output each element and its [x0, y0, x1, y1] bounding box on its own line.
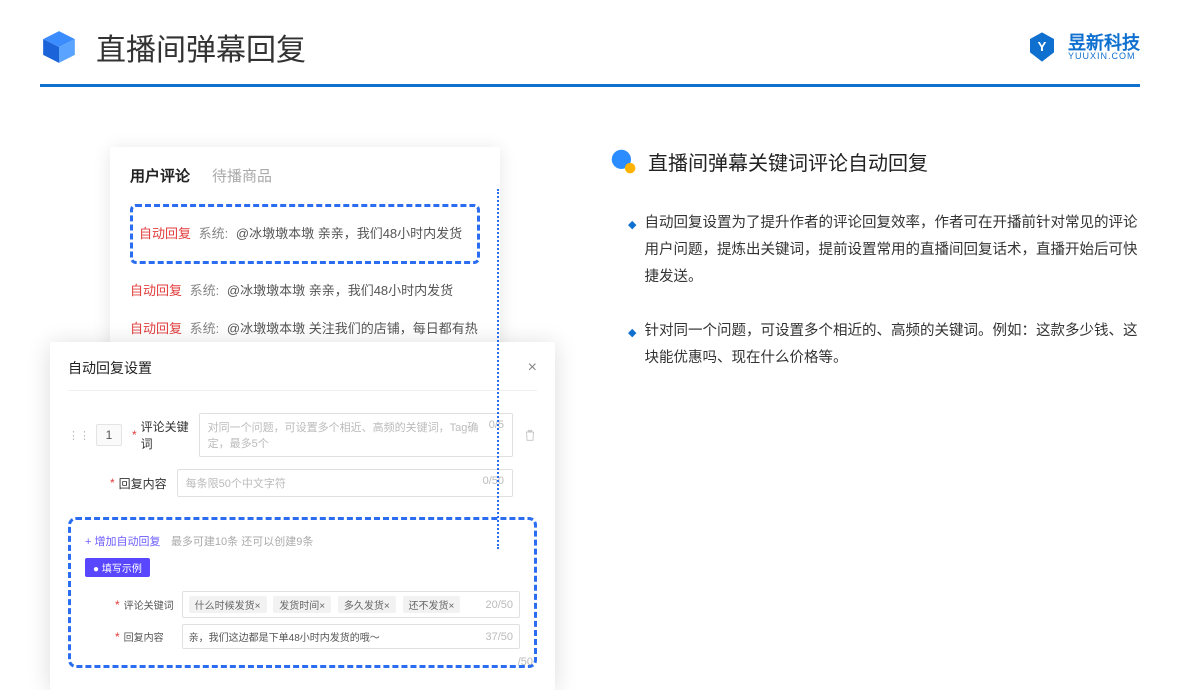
required-marker: *	[132, 428, 137, 442]
tab-user-comments[interactable]: 用户评论	[130, 165, 190, 186]
keyword-row: ⋮⋮ 1 * 评论关键词 对同一个问题，可设置多个相近、高频的关键词，Tag确定…	[68, 413, 537, 457]
system-tag: 系统:	[190, 283, 220, 298]
required-marker: *	[110, 476, 115, 490]
keyword-tag[interactable]: 还不发货×	[403, 596, 461, 613]
brand-logo-icon: Y	[1026, 31, 1058, 63]
system-tag: 系统:	[190, 321, 220, 336]
section-heading: 直播间弹幕关键词评论自动回复	[610, 147, 1140, 176]
row-number: 1	[96, 424, 122, 446]
required-marker: *	[115, 598, 120, 612]
example-section: + 增加自动回复 最多可建10条 还可以创建9条 ● 填写示例 * 评论关键词 …	[68, 517, 537, 668]
svg-text:Y: Y	[1038, 39, 1047, 54]
left-column: 用户评论 待播商品 自动回复 系统: @冰墩墩本墩 亲亲，我们48小时内发货 自…	[50, 147, 540, 400]
keyword-label: 评论关键词	[141, 418, 199, 452]
bullet-text: 自动回复设置为了提升作者的评论回复效率，作者可在开播前针对常见的评论用户问题，提…	[644, 210, 1140, 290]
content-counter: 0/50	[483, 475, 504, 491]
highlighted-comment: 自动回复 系统: @冰墩墩本墩 亲亲，我们48小时内发货	[130, 204, 480, 264]
trash-icon[interactable]	[523, 428, 537, 442]
bullet-item: 针对同一个问题，可设置多个相近的、高频的关键词。例如：这款多少钱、这块能优惠吗、…	[628, 318, 1140, 372]
auto-reply-settings-modal: 自动回复设置 × ⋮⋮ 1 * 评论关键词 对同一个问题，可设置多个相近、高频的…	[50, 342, 555, 690]
comment-text: @冰墩墩本墩 亲亲，我们48小时内发货	[236, 226, 462, 241]
bullet-item: 自动回复设置为了提升作者的评论回复效率，作者可在开播前针对常见的评论用户问题，提…	[628, 210, 1140, 290]
bullet-text: 针对同一个问题，可设置多个相近的、高频的关键词。例如：这款多少钱、这块能优惠吗、…	[644, 318, 1140, 372]
example-tags: 什么时候发货× 发货时间× 多久发货× 还不发货×	[189, 596, 465, 613]
example-keyword-input[interactable]: 什么时候发货× 发货时间× 多久发货× 还不发货× 20/50	[182, 591, 520, 618]
add-row: + 增加自动回复 最多可建10条 还可以创建9条	[85, 532, 520, 550]
content-row: * 回复内容 每条限50个中文字符 0/50	[68, 469, 537, 497]
main-content: 用户评论 待播商品 自动回复 系统: @冰墩墩本墩 亲亲，我们48小时内发货 自…	[0, 87, 1180, 400]
modal-title: 自动回复设置	[68, 358, 152, 378]
example-keyword-counter: 20/50	[485, 599, 513, 611]
keyword-tag[interactable]: 发货时间×	[273, 596, 331, 613]
example-content-input[interactable]: 亲，我们这边都是下单48小时内发货的哦～ 37/50	[182, 624, 520, 649]
example-badge: ● 填写示例	[85, 558, 150, 577]
overflow-counter: /50	[518, 656, 533, 668]
example-content-row: * 回复内容 亲，我们这边都是下单48小时内发货的哦～ 37/50	[85, 624, 520, 649]
keyword-counter: 0/5	[489, 419, 504, 451]
keyword-placeholder: 对同一个问题，可设置多个相近、高频的关键词，Tag确定，最多5个	[208, 419, 489, 451]
example-keyword-row: * 评论关键词 什么时候发货× 发货时间× 多久发货× 还不发货× 20/50	[85, 591, 520, 618]
page-header: 直播间弹幕回复 Y 昱新科技 YUUXIN.COM	[0, 0, 1180, 84]
keyword-tag[interactable]: 什么时候发货×	[189, 596, 267, 613]
example-keyword-label: 评论关键词	[124, 597, 182, 612]
add-auto-reply-link[interactable]: + 增加自动回复	[85, 536, 160, 548]
right-column: 直播间弹幕关键词评论自动回复 自动回复设置为了提升作者的评论回复效率，作者可在开…	[610, 147, 1140, 400]
brand-text: 昱新科技 YUUXIN.COM	[1068, 34, 1140, 61]
comment-text: @冰墩墩本墩 亲亲，我们48小时内发货	[227, 283, 453, 298]
section-title: 直播间弹幕关键词评论自动回复	[648, 147, 928, 176]
drag-handle-icon[interactable]: ⋮⋮	[68, 429, 90, 442]
example-content-label: 回复内容	[124, 629, 182, 644]
chat-bubble-icon	[610, 148, 638, 176]
auto-reply-tag: 自动回复	[139, 226, 191, 241]
bullet-list: 自动回复设置为了提升作者的评论回复效率，作者可在开播前针对常见的评论用户问题，提…	[610, 210, 1140, 372]
keyword-tag[interactable]: 多久发货×	[338, 596, 396, 613]
content-placeholder: 每条限50个中文字符	[186, 475, 286, 491]
brand-name-en: YUUXIN.COM	[1068, 52, 1140, 61]
comment-row: 自动回复 系统: @冰墩墩本墩 亲亲，我们48小时内发货	[139, 215, 471, 253]
content-input[interactable]: 每条限50个中文字符 0/50	[177, 469, 513, 497]
auto-reply-tag: 自动回复	[130, 321, 182, 336]
example-content-counter: 37/50	[485, 631, 513, 643]
tab-pending-products[interactable]: 待播商品	[212, 165, 272, 186]
close-icon[interactable]: ×	[528, 359, 537, 377]
form-block: ⋮⋮ 1 * 评论关键词 对同一个问题，可设置多个相近、高频的关键词，Tag确定…	[68, 413, 537, 497]
brand-name-cn: 昱新科技	[1068, 34, 1140, 52]
required-marker: *	[115, 630, 120, 644]
auto-reply-tag: 自动回复	[130, 283, 182, 298]
content-label: 回复内容	[119, 475, 177, 492]
brand-block: Y 昱新科技 YUUXIN.COM	[1026, 31, 1140, 63]
keyword-input[interactable]: 对同一个问题，可设置多个相近、高频的关键词，Tag确定，最多5个 0/5	[199, 413, 513, 457]
comment-tabs: 用户评论 待播商品	[130, 165, 480, 186]
system-tag: 系统:	[199, 226, 229, 241]
header-left: 直播间弹幕回复	[40, 25, 306, 69]
add-hint: 最多可建10条 还可以创建9条	[171, 536, 313, 548]
example-content-value: 亲，我们这边都是下单48小时内发货的哦～	[189, 629, 380, 644]
page-title: 直播间弹幕回复	[96, 25, 306, 69]
modal-header: 自动回复设置 ×	[68, 358, 537, 391]
comment-row: 自动回复 系统: @冰墩墩本墩 亲亲，我们48小时内发货	[130, 272, 480, 310]
cube-icon	[40, 28, 78, 66]
